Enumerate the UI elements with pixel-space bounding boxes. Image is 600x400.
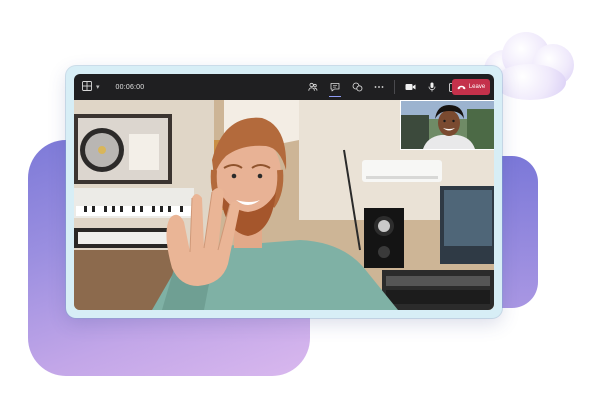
people-icon bbox=[308, 82, 318, 91]
camera-icon bbox=[405, 84, 415, 90]
leave-label: Leave bbox=[468, 84, 486, 90]
more-button[interactable] bbox=[368, 74, 390, 100]
phone-icon bbox=[457, 85, 466, 89]
meeting-window: ▾ 00:06:00 Leave bbox=[66, 66, 502, 318]
people-button[interactable] bbox=[302, 74, 324, 100]
reactions-button[interactable] bbox=[346, 74, 368, 100]
leave-button[interactable]: Leave bbox=[452, 79, 490, 95]
mic-icon bbox=[428, 82, 436, 92]
layout-grid-icon[interactable] bbox=[82, 78, 92, 96]
more-icon bbox=[374, 86, 384, 88]
self-view-video[interactable] bbox=[400, 100, 494, 150]
chat-button[interactable] bbox=[324, 74, 346, 100]
reactions-icon bbox=[352, 82, 362, 92]
main-video-feed bbox=[74, 100, 494, 310]
mic-button[interactable] bbox=[421, 74, 443, 100]
toolbar-divider bbox=[394, 80, 395, 94]
camera-button[interactable] bbox=[399, 74, 421, 100]
chat-icon bbox=[330, 83, 340, 92]
meeting-toolbar: ▾ 00:06:00 Leave bbox=[74, 74, 494, 100]
chevron-down-icon[interactable]: ▾ bbox=[96, 83, 100, 91]
call-timer: 00:06:00 bbox=[115, 83, 145, 91]
participant-thumbnail bbox=[401, 101, 494, 149]
